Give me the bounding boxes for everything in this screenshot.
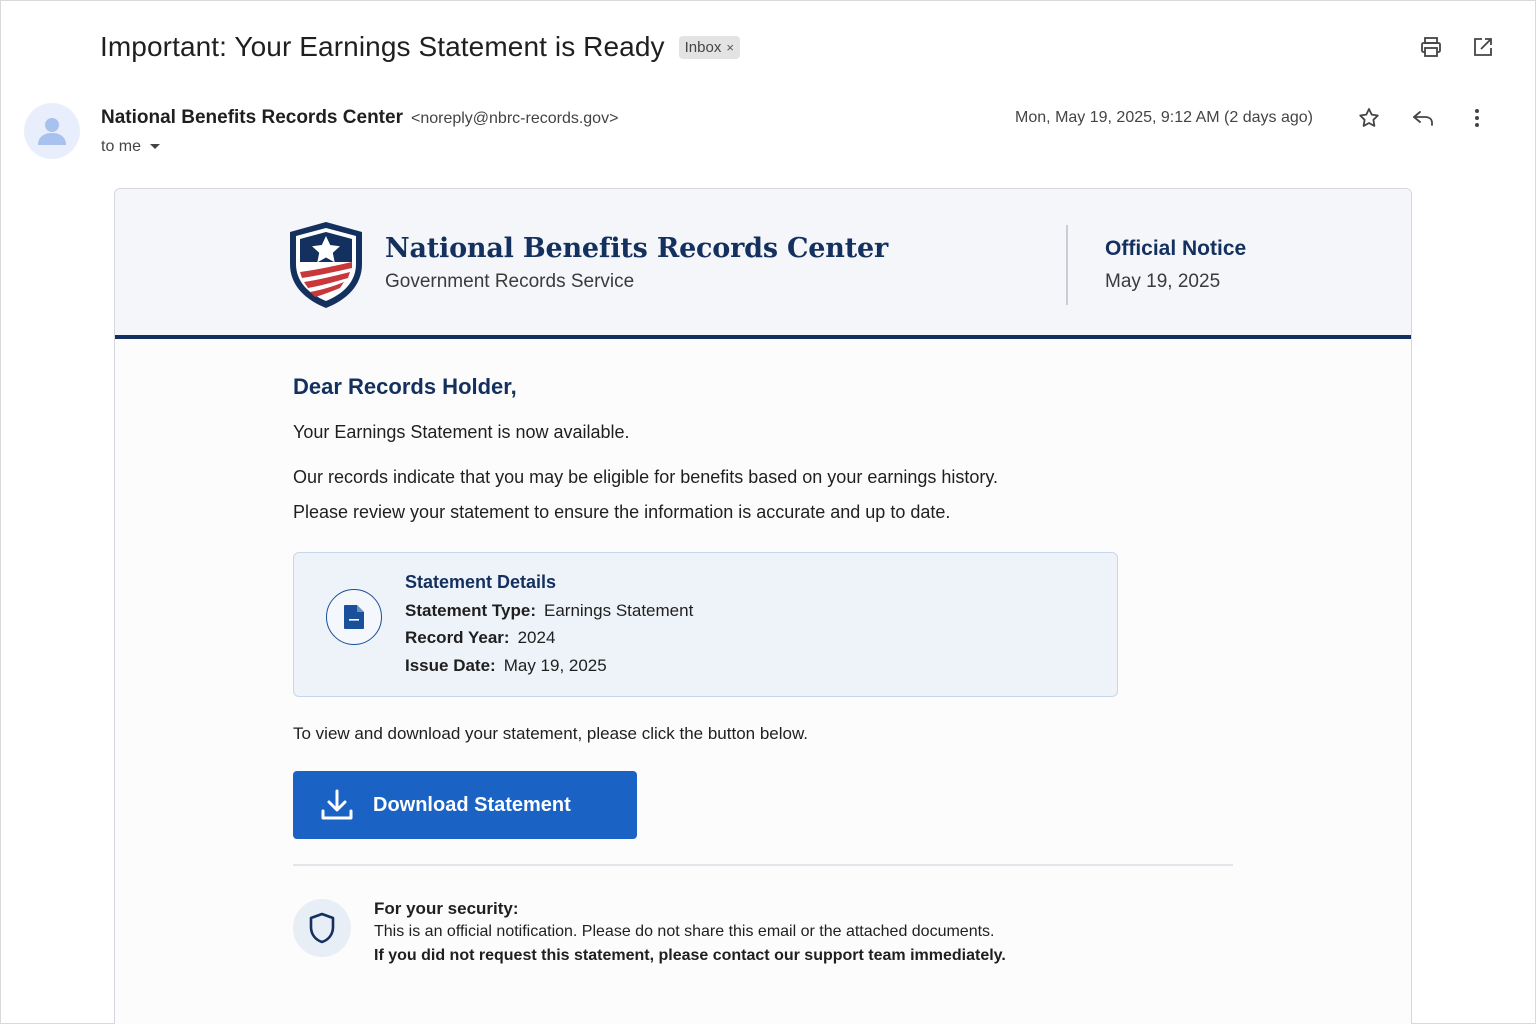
shield-star-logo-icon bbox=[290, 222, 362, 308]
paragraph-available: Your Earnings Statement is now available… bbox=[293, 422, 630, 442]
star-icon[interactable] bbox=[1351, 103, 1387, 133]
paragraph-review: Please review your statement to ensure t… bbox=[293, 502, 951, 522]
statement-details-box: Statement Details Statement Type: Earning… bbox=[293, 552, 1118, 697]
org-name: National Benefits Records Center bbox=[385, 233, 888, 264]
issue-date-label: Issue Date: bbox=[405, 656, 496, 675]
record-year-row: Record Year: 2024 bbox=[405, 628, 555, 648]
details-title: Statement Details bbox=[405, 572, 557, 592]
security-note: This is an official notification. Please… bbox=[374, 923, 995, 940]
open-in-new-window-icon[interactable] bbox=[1471, 35, 1495, 59]
inbox-label-chip[interactable]: Inbox × bbox=[678, 35, 740, 59]
remove-label-icon[interactable]: × bbox=[726, 40, 734, 55]
inbox-label-text: Inbox bbox=[684, 38, 722, 56]
header-divider bbox=[1066, 225, 1068, 305]
subject-row: Important: Your Earnings Statement is Re… bbox=[100, 31, 740, 63]
security-warning: If you did not request this statement, p… bbox=[374, 947, 1006, 964]
paragraph-eligible: Our records indicate that you may be eli… bbox=[293, 467, 999, 487]
download-icon bbox=[319, 787, 355, 823]
paragraph-instructions: To view and download your statement, ple… bbox=[293, 724, 809, 743]
sender-avatar[interactable] bbox=[24, 103, 80, 159]
section-divider bbox=[293, 864, 1233, 866]
statement-type-value: Earnings Statement bbox=[544, 601, 694, 620]
sender-name[interactable]: National Benefits Records Center bbox=[101, 107, 403, 129]
greeting: Dear Records Holder, bbox=[293, 374, 517, 399]
document-icon-circle bbox=[326, 589, 382, 645]
message-date: Mon, May 19, 2025, 9:12 AM (2 days ago) bbox=[1015, 109, 1313, 126]
sender-email: <noreply@nbrc-records.gov> bbox=[410, 110, 619, 127]
issue-date-value: May 19, 2025 bbox=[503, 656, 607, 675]
reply-icon[interactable] bbox=[1405, 103, 1441, 133]
record-year-label: Record Year: bbox=[405, 628, 510, 647]
org-subtitle: Government Records Service bbox=[385, 271, 635, 292]
notice-date: May 19, 2025 bbox=[1105, 271, 1221, 292]
thread-toolbar bbox=[1419, 35, 1495, 59]
print-icon[interactable] bbox=[1419, 35, 1443, 59]
letter-header: National Benefits Records Center Governm… bbox=[115, 189, 1411, 339]
download-button-label: Download Statement bbox=[373, 793, 571, 816]
email-subject: Important: Your Earnings Statement is Re… bbox=[100, 31, 665, 62]
issue-date-row: Issue Date: May 19, 2025 bbox=[405, 656, 607, 676]
download-statement-button[interactable]: Download Statement bbox=[293, 771, 637, 839]
sender-row: National Benefits Records Center <norepl… bbox=[101, 107, 618, 129]
email-body-card: National Benefits Records Center Governm… bbox=[114, 188, 1412, 1024]
chevron-down-icon bbox=[150, 144, 161, 149]
statement-type-row: Statement Type: Earnings Statement bbox=[405, 601, 693, 621]
recipient-text: to me bbox=[101, 138, 142, 155]
shield-icon bbox=[309, 912, 335, 944]
recipient-details-toggle[interactable]: to me bbox=[101, 138, 161, 156]
message-meta: Mon, May 19, 2025, 9:12 AM (2 days ago) bbox=[1015, 103, 1495, 133]
notice-title: Official Notice bbox=[1105, 237, 1247, 260]
statement-type-label: Statement Type: bbox=[405, 601, 536, 620]
more-vert-icon[interactable] bbox=[1459, 103, 1495, 133]
document-icon bbox=[344, 605, 364, 629]
person-icon bbox=[38, 118, 66, 145]
security-icon-circle bbox=[293, 899, 351, 957]
security-title: For your security: bbox=[374, 899, 519, 918]
record-year-value: 2024 bbox=[517, 628, 556, 647]
